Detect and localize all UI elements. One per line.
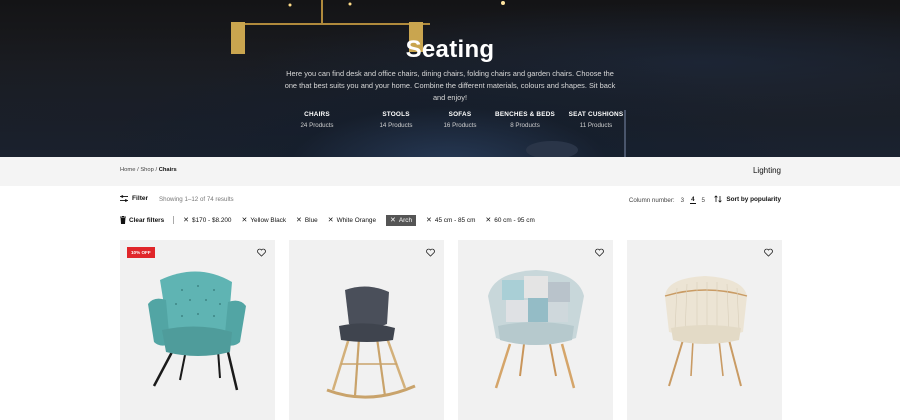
filter-chip-label: $170 - $8.200 [192,216,232,224]
product-image [326,286,416,399]
category-count: 24 Products [300,122,334,129]
filter-button[interactable]: Filter [120,195,148,202]
clear-filters-label: Clear filters [129,216,165,224]
breadcrumb-home[interactable]: Home [120,167,135,173]
product-image [664,276,748,387]
divider [173,216,175,224]
close-icon: ✕ [485,216,492,224]
category-count: 11 Products [579,122,613,129]
column-option-3[interactable]: 3 [680,197,685,204]
column-selector: Column number: 3 4 5 [629,196,706,204]
category-name: BENCHES & BEDS [495,111,555,118]
page-title: Seating [405,36,495,63]
filter-chip-label: Arch [398,216,413,224]
heart-icon[interactable] [426,248,435,257]
category-count: 16 Products [443,122,477,129]
category-nav: CHAIRS 24 Products STOOLS 14 Products SO… [0,111,900,135]
close-icon: ✕ [183,216,190,224]
category-name: CHAIRS [304,111,330,118]
sort-arrows-icon [714,195,722,203]
heart-icon[interactable] [595,248,604,257]
close-icon: ✕ [390,216,396,224]
category-benches-beds[interactable]: BENCHES & BEDS 8 Products [495,111,555,129]
product-card[interactable] [458,240,613,420]
close-icon: ✕ [426,216,432,224]
trash-icon [120,216,126,224]
category-seat-cushions[interactable]: SEAT CUSHIONS 11 Products [569,111,624,129]
results-count: Showing 1–12 of 74 results [159,196,234,203]
breadcrumb-shop[interactable]: Shop [140,167,154,173]
page-description: Here you can find desk and office chairs… [284,69,616,102]
category-name: STOOLS [382,111,410,118]
product-card[interactable] [289,240,444,420]
category-sofas[interactable]: SOFAS 16 Products [443,111,476,129]
filter-chip-price[interactable]: ✕ $170 - $8.200 [183,217,231,224]
filter-chip-label: Blue [304,216,318,224]
heart-icon[interactable] [257,248,266,257]
product-card[interactable] [627,240,782,420]
filter-chip-label: Yellow Black [250,216,287,224]
product-image [148,271,246,391]
filter-chip-label: 45 cm - 85 cm [434,216,476,224]
category-name: SEAT CUSHIONS [568,111,624,118]
sliders-icon [120,195,128,202]
filter-chip-arch[interactable]: ✕ Arch [386,214,417,226]
next-category-link[interactable]: Lighting [753,166,781,175]
shop-toolbar: Filter Showing 1–12 of 74 results Column… [120,194,781,208]
sort-label: Sort by popularity [726,195,781,203]
close-icon: ✕ [327,216,334,224]
column-label: Column number: [628,196,675,204]
product-grid: 10% OFF [120,240,782,420]
filter-chip-height[interactable]: ✕ 60 cm - 95 cm [485,217,534,224]
clear-filters-button[interactable]: Clear filters [120,216,164,224]
filter-label: Filter [132,195,149,202]
category-name: SOFAS [448,111,472,118]
column-option-5[interactable]: 5 [701,197,706,204]
breadcrumb-current: Chairs [158,167,177,173]
category-stools[interactable]: STOOLS 14 Products [379,111,412,129]
close-icon: ✕ [241,216,248,224]
product-card[interactable]: 10% OFF [120,240,275,420]
close-icon: ✕ [296,216,302,224]
hero-banner: Seating Here you can find desk and offic… [0,0,900,157]
category-chairs[interactable]: CHAIRS 24 Products [300,111,333,129]
breadcrumb-bar: Home / Shop / Chairs Lighting [0,157,900,186]
active-filters: Clear filters ✕ $170 - $8.200 ✕ Yellow Bla… [120,214,545,226]
sort-dropdown[interactable]: Sort by popularity [714,195,781,203]
filter-chip-white-orange[interactable]: ✕ White Orange [328,217,376,224]
category-count: 8 Products [510,122,540,129]
breadcrumb: Home / Shop / Chairs [120,167,177,173]
filter-chip-label: 60 cm - 95 cm [494,216,535,224]
category-count: 14 Products [379,122,413,129]
filter-chip-blue[interactable]: ✕ Blue [296,217,318,224]
filter-chip-label: White Orange [336,216,377,224]
discount-badge: 10% OFF [127,247,155,258]
product-image [488,270,584,389]
filter-chip-width[interactable]: ✕ 45 cm - 85 cm [426,217,475,224]
filter-chip-yellow-black[interactable]: ✕ Yellow Black [242,217,287,224]
column-option-4[interactable]: 4 [690,196,696,204]
heart-icon[interactable] [764,248,773,257]
